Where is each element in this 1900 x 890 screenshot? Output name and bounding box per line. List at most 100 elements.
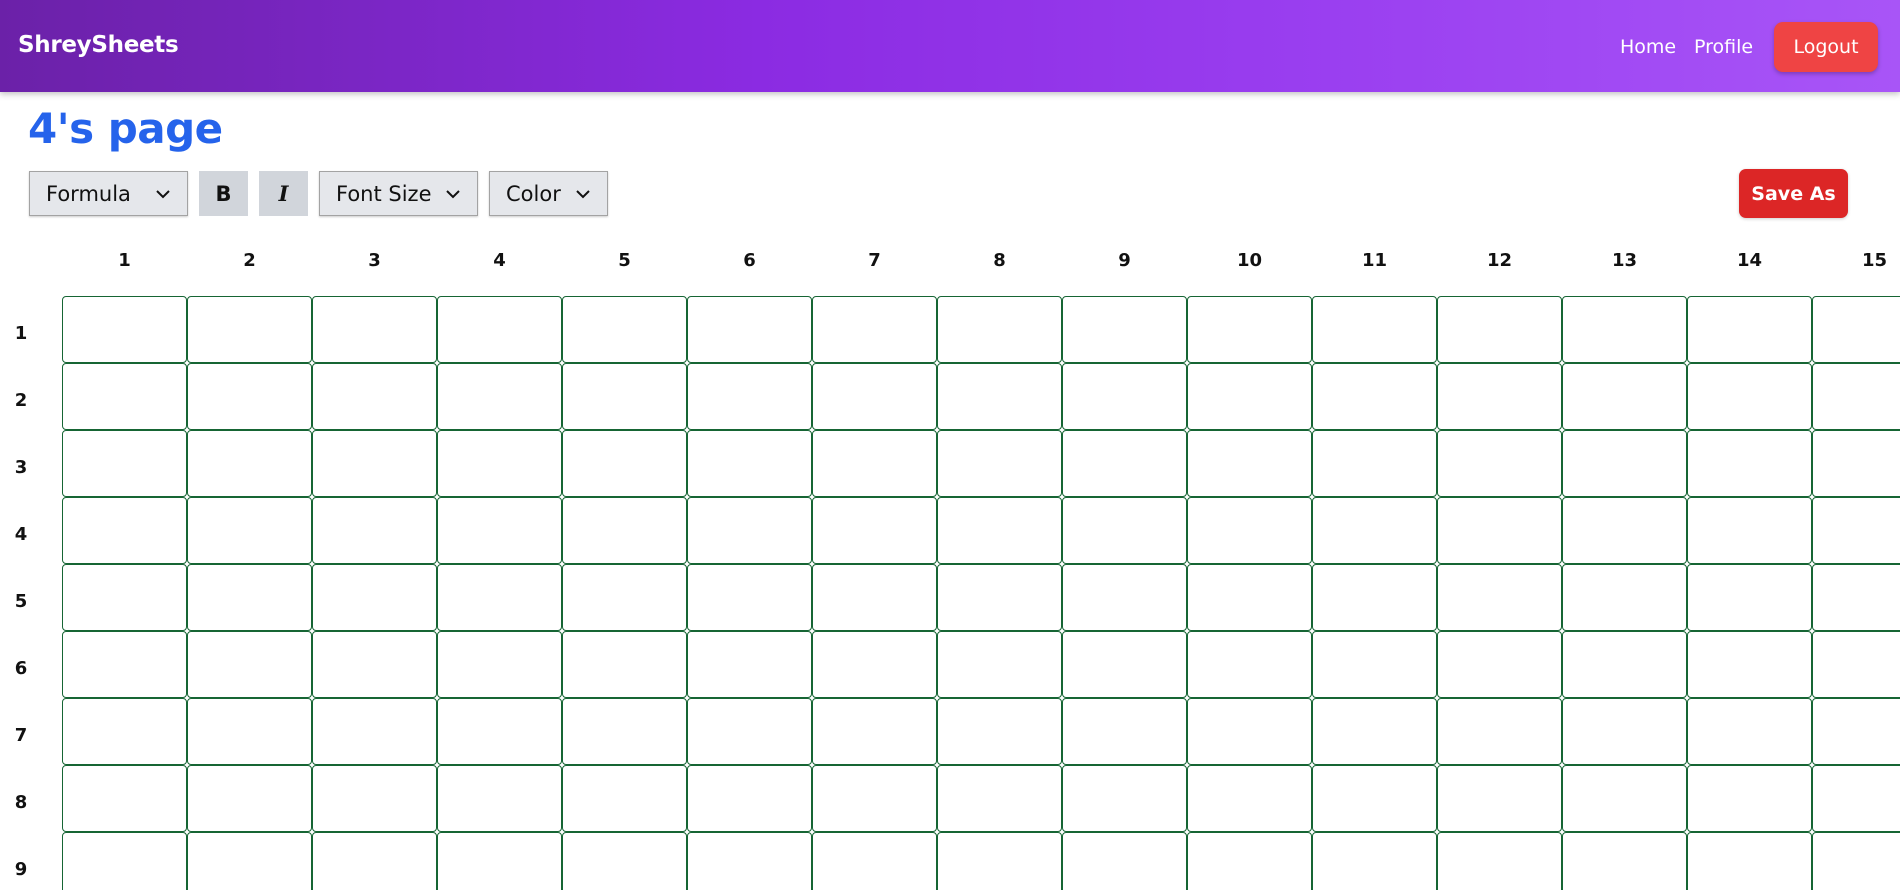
sheet-cell[interactable] [937,363,1062,430]
sheet-cell[interactable] [562,363,687,430]
sheet-cell[interactable] [687,631,812,698]
sheet-cell[interactable] [1687,564,1812,631]
sheet-cell[interactable] [687,497,812,564]
sheet-cell[interactable] [437,564,562,631]
sheet-cell[interactable] [312,564,437,631]
sheet-cell[interactable] [812,631,937,698]
sheet-cell[interactable] [1062,363,1187,430]
sheet-cell[interactable] [1187,832,1312,890]
sheet-cell[interactable] [1437,832,1562,890]
sheet-cell[interactable] [1187,430,1312,497]
sheet-cell[interactable] [312,698,437,765]
sheet-cell[interactable] [937,832,1062,890]
sheet-cell[interactable] [812,497,937,564]
sheet-cell[interactable] [562,832,687,890]
sheet-cell[interactable] [812,698,937,765]
sheet-cell[interactable] [62,698,187,765]
sheet-cell[interactable] [62,296,187,363]
sheet-cell[interactable] [687,564,812,631]
sheet-cell[interactable] [187,363,312,430]
sheet-cell[interactable] [1562,765,1687,832]
sheet-cell[interactable] [62,363,187,430]
sheet-cell[interactable] [1187,497,1312,564]
sheet-cell[interactable] [562,296,687,363]
sheet-cell[interactable] [1437,765,1562,832]
sheet-cell[interactable] [1812,363,1900,430]
sheet-cell[interactable] [812,363,937,430]
sheet-cell[interactable] [1562,564,1687,631]
sheet-cell[interactable] [1437,430,1562,497]
sheet-cell[interactable] [687,832,812,890]
sheet-cell[interactable] [312,497,437,564]
sheet-cell[interactable] [187,832,312,890]
sheet-cell[interactable] [1562,430,1687,497]
sheet-cell[interactable] [812,832,937,890]
sheet-cell[interactable] [437,832,562,890]
sheet-cell[interactable] [1437,497,1562,564]
sheet-cell[interactable] [437,698,562,765]
sheet-cell[interactable] [937,296,1062,363]
sheet-cell[interactable] [1437,631,1562,698]
sheet-cell[interactable] [62,765,187,832]
sheet-cell[interactable] [1687,497,1812,564]
sheet-cell[interactable] [1437,363,1562,430]
sheet-cell[interactable] [1812,497,1900,564]
sheet-cell[interactable] [437,363,562,430]
sheet-cell[interactable] [187,631,312,698]
sheet-cell[interactable] [1312,363,1437,430]
sheet-cell[interactable] [1312,497,1437,564]
sheet-cell[interactable] [1187,296,1312,363]
sheet-cell[interactable] [687,363,812,430]
sheet-cell[interactable] [1562,832,1687,890]
sheet-cell[interactable] [312,832,437,890]
sheet-cell[interactable] [562,497,687,564]
sheet-cell[interactable] [1562,698,1687,765]
sheet-cell[interactable] [1312,631,1437,698]
sheet-cell[interactable] [687,765,812,832]
sheet-cell[interactable] [312,631,437,698]
sheet-cell[interactable] [1062,765,1187,832]
sheet-cell[interactable] [312,363,437,430]
sheet-cell[interactable] [937,698,1062,765]
sheet-cell[interactable] [1687,631,1812,698]
sheet-cell[interactable] [562,564,687,631]
sheet-cell[interactable] [437,765,562,832]
sheet-cell[interactable] [187,765,312,832]
sheet-cell[interactable] [812,765,937,832]
sheet-cell[interactable] [437,296,562,363]
sheet-cell[interactable] [1687,296,1812,363]
sheet-cell[interactable] [1062,497,1187,564]
sheet-cell[interactable] [437,430,562,497]
sheet-cell[interactable] [1312,832,1437,890]
sheet-cell[interactable] [437,631,562,698]
sheet-cell[interactable] [687,430,812,497]
sheet-cell[interactable] [937,631,1062,698]
sheet-cell[interactable] [1812,832,1900,890]
sheet-cell[interactable] [62,832,187,890]
sheet-cell[interactable] [1812,296,1900,363]
sheet-cell[interactable] [1312,564,1437,631]
sheet-cell[interactable] [1312,765,1437,832]
sheet-cell[interactable] [687,296,812,363]
sheet-cell[interactable] [1062,430,1187,497]
sheet-cell[interactable] [312,765,437,832]
sheet-cell[interactable] [437,497,562,564]
sheet-cell[interactable] [312,296,437,363]
sheet-cell[interactable] [1062,564,1187,631]
sheet-cell[interactable] [1562,497,1687,564]
sheet-cell[interactable] [1187,631,1312,698]
sheet-cell[interactable] [62,430,187,497]
sheet-cell[interactable] [1312,430,1437,497]
sheet-cell[interactable] [187,698,312,765]
sheet-cell[interactable] [1687,430,1812,497]
sheet-cell[interactable] [1812,765,1900,832]
sheet-cell[interactable] [1562,296,1687,363]
sheet-cell[interactable] [937,765,1062,832]
sheet-cell[interactable] [1562,631,1687,698]
sheet-cell[interactable] [1062,698,1187,765]
sheet-cell[interactable] [1062,296,1187,363]
sheet-cell[interactable] [1187,363,1312,430]
sheet-cell[interactable] [187,430,312,497]
sheet-cell[interactable] [937,497,1062,564]
sheet-cell[interactable] [812,296,937,363]
